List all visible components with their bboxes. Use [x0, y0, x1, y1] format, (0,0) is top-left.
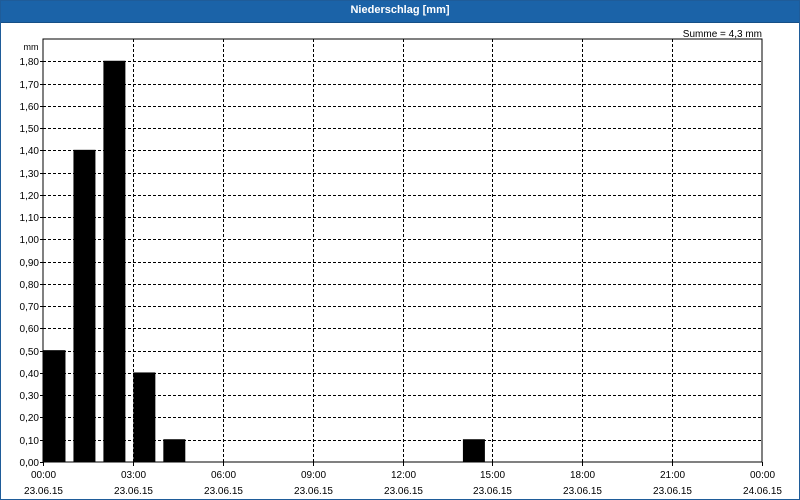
y-tick-label: 0,10 — [20, 436, 40, 447]
x-tick-time-label: 06:00 — [211, 470, 236, 481]
window-title: Niederschlag [mm] — [350, 4, 450, 16]
precipitation-bar — [103, 60, 126, 463]
y-tick-label: 0,50 — [20, 347, 40, 358]
y-tick-label: 1,60 — [20, 102, 40, 113]
y-tick-label: 0,80 — [20, 280, 40, 291]
y-axis: 0,00 0,10 0,20 0,30 0,40 0,50 0,60 0,70 0,80 0,90… — [20, 57, 43, 469]
x-tick-time-label: 12:00 — [391, 470, 416, 481]
x-tick-time-label: 18:00 — [570, 470, 595, 481]
y-tick-label: 0,60 — [20, 324, 40, 335]
x-tick-date-label: 23.06.15 — [24, 486, 63, 497]
x-tick-date-label: 23.06.15 — [294, 486, 333, 497]
y-tick-label: 1,10 — [20, 213, 40, 224]
x-tick-time-label: 09:00 — [301, 470, 326, 481]
bar-series — [43, 60, 485, 463]
precipitation-bar — [163, 439, 186, 463]
precipitation-bar — [462, 439, 485, 463]
summary-annotation: Summe = 4,3 mm — [683, 29, 762, 40]
y-tick-label: 0,20 — [20, 413, 40, 424]
x-tick-date-label: 23.06.15 — [473, 486, 512, 497]
x-axis: 00:00 23.06.15 03:00 23.06.15 06:00 23.06.15 0… — [24, 462, 782, 497]
y-tick-label: 1,00 — [20, 235, 40, 246]
x-tick-time-label: 21:00 — [660, 470, 685, 481]
title-bar: Niederschlag [mm] — [1, 1, 799, 23]
precipitation-bar — [43, 350, 66, 463]
y-tick-label: 1,70 — [20, 80, 40, 91]
y-tick-label: 1,30 — [20, 169, 40, 180]
y-tick-label: 1,50 — [20, 124, 40, 135]
y-tick-label: 0,90 — [20, 258, 40, 269]
y-axis-unit-label: mm — [24, 42, 39, 52]
x-tick-time-label: 00:00 — [750, 470, 775, 481]
precipitation-bar — [73, 149, 96, 463]
x-tick-date-label: 23.06.15 — [204, 486, 243, 497]
y-tick-label: 0,70 — [20, 302, 40, 313]
x-tick-time-label: 15:00 — [480, 470, 505, 481]
x-tick-time-label: 00:00 — [31, 470, 56, 481]
y-tick-label: 1,80 — [20, 57, 40, 68]
y-tick-label: 0,40 — [20, 369, 40, 380]
x-tick-time-label: 03:00 — [121, 470, 146, 481]
precipitation-chart: Summe = 4,3 mm mm 0,000,100,200,300,400,… — [20, 29, 783, 497]
chart-window: Niederschlag [mm] Summe = 4,3 mm mm 0,00… — [0, 0, 800, 500]
x-tick-date-label: 23.06.15 — [563, 486, 602, 497]
y-tick-label: 1,40 — [20, 146, 40, 157]
y-tick-label: 0,00 — [20, 458, 40, 469]
y-tick-label: 1,20 — [20, 191, 40, 202]
x-tick-date-label: 24.06.15 — [743, 486, 782, 497]
x-tick-date-label: 23.06.15 — [114, 486, 153, 497]
precipitation-bar — [133, 372, 156, 463]
x-tick-date-label: 23.06.15 — [653, 486, 692, 497]
x-tick-date-label: 23.06.15 — [384, 486, 423, 497]
y-tick-label: 0,30 — [20, 391, 40, 402]
